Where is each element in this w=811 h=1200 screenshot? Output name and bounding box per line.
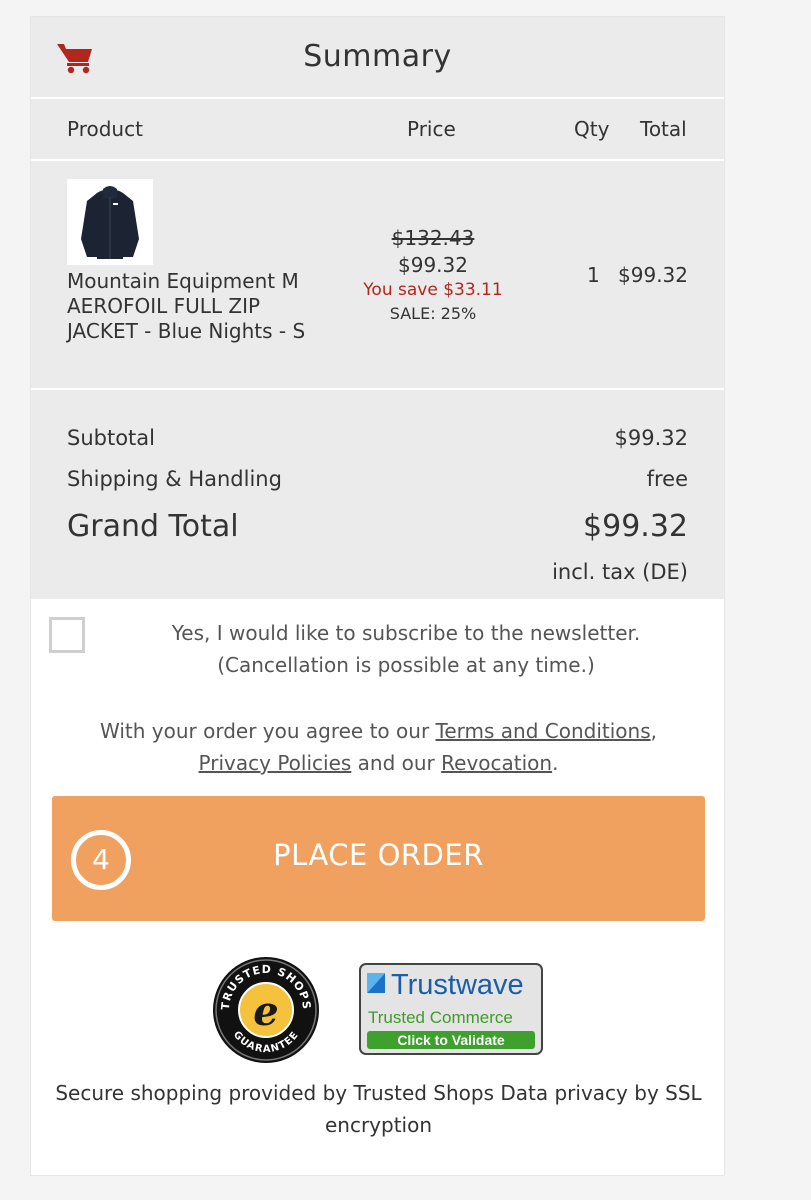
trusted-shops-letter: e [253,988,278,1035]
revocation-link[interactable]: Revocation [441,751,552,775]
trustwave-name: Trustwave [391,969,524,1001]
sale-price: $99.32 [398,253,468,277]
product-image[interactable] [67,179,153,265]
agreement-middle: and our [351,751,442,775]
tax-note: incl. tax (DE) [552,560,688,584]
newsletter-checkbox[interactable] [49,617,85,653]
subtotal-value: $99.32 [614,426,688,450]
product-name[interactable]: Mountain Equipment M AEROFOIL FULL ZIP J… [67,269,317,344]
privacy-link[interactable]: Privacy Policies [199,751,352,775]
product-row: Mountain Equipment M AEROFOIL FULL ZIP J… [31,161,724,390]
sale-badge: SALE: 25% [389,304,477,323]
order-summary-panel: Summary Product Price Qty Total Mountain… [30,16,725,1176]
agreement-comma: , [650,719,657,743]
terms-agreement: With your order you agree to our Terms a… [46,715,711,779]
agreement-prefix: With your order you agree to our [100,719,436,743]
secure-shopping-text: Secure shopping provided by Trusted Shop… [55,1081,702,1137]
column-product: Product [67,117,143,141]
summary-title: Summary [303,39,452,74]
trustwave-cta: Click to Validate [397,1032,505,1048]
savings-text: You save $33.11 [363,280,503,300]
grand-total-value: $99.32 [583,509,688,544]
trustwave-sub: Trusted Commerce [368,1008,513,1027]
totals-section: Subtotal $99.32 Shipping & Handling free… [31,390,724,599]
shipping-value: free [646,467,688,491]
trusted-shops-badge[interactable]: TRUSTED SHOPS GUARANTEE e [211,955,321,1065]
jacket-image [81,186,139,259]
column-price: Price [407,117,456,141]
shipping-label: Shipping & Handling [67,467,282,491]
original-price: $132.43 [391,226,475,250]
newsletter-line-1: Yes, I would like to subscribe to the ne… [171,621,641,645]
column-headers: Product Price Qty Total [31,99,724,161]
summary-header: Summary [31,17,724,99]
trustwave-badge[interactable]: Trustwave Trusted Commerce Click to Vali… [359,963,543,1055]
agreement-suffix: . [552,751,559,775]
place-order-button[interactable]: 4 PLACE ORDER [52,796,705,921]
column-total: Total [640,117,687,141]
column-qty: Qty [574,117,610,141]
price-block: $132.43 $99.32 You save $33.11 SALE: 25% [323,225,543,325]
newsletter-text: Yes, I would like to subscribe to the ne… [106,617,706,681]
grand-total-label: Grand Total [67,509,239,544]
place-order-label: PLACE ORDER [273,838,484,872]
subtotal-label: Subtotal [67,426,155,450]
trust-badges: TRUSTED SHOPS GUARANTEE e Trustwave Trus… [31,955,724,1065]
newsletter-line-2: (Cancellation is possible at any time.) [217,653,595,677]
item-quantity: 1 [587,263,600,287]
item-total: $99.32 [618,263,688,287]
terms-link[interactable]: Terms and Conditions [436,719,651,743]
